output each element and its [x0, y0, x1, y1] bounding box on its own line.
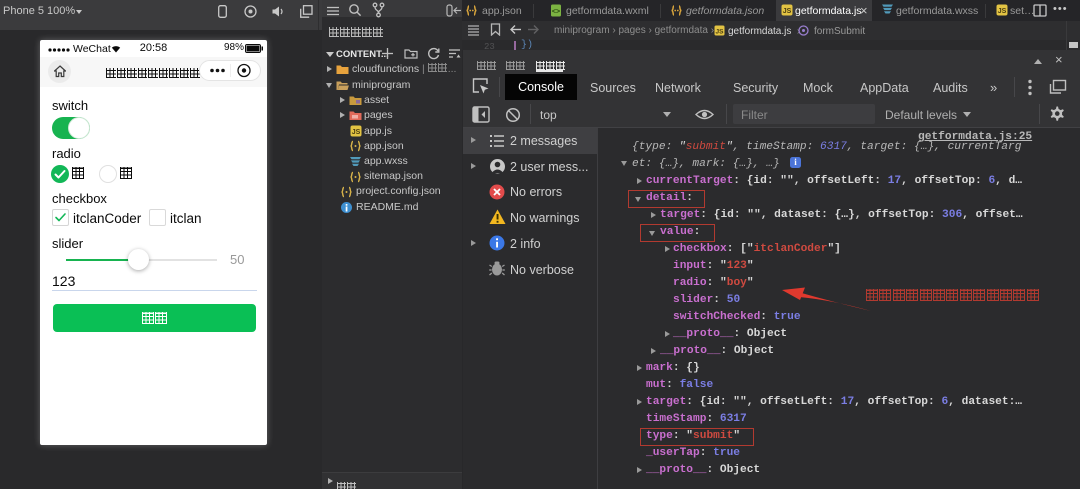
svg-text:<>: <> [552, 9, 560, 16]
svg-text:JS: JS [783, 8, 792, 15]
svg-text:JS: JS [716, 29, 725, 36]
svg-text:JS: JS [352, 129, 361, 136]
svg-text:JS: JS [998, 8, 1007, 15]
